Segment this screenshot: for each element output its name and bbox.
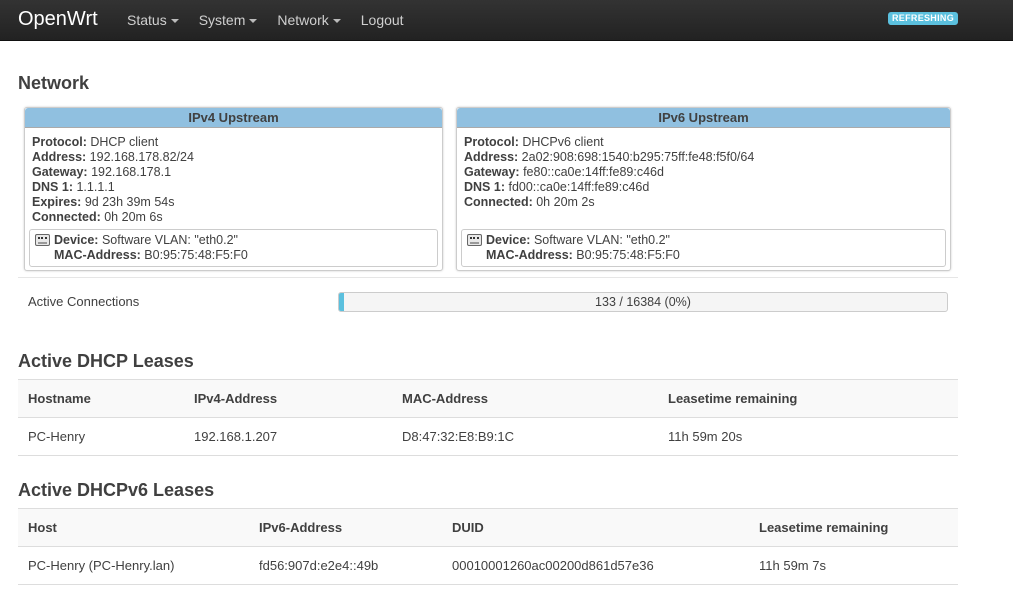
- col-ipv6-address: IPv6-Address: [249, 508, 442, 547]
- col-duid: DUID: [442, 508, 749, 547]
- network-device-icon: [35, 234, 50, 246]
- cell-leasetime: 11h 59m 7s: [749, 546, 958, 585]
- dhcp-leases-table: Hostname IPv4-Address MAC-Address Leaset…: [18, 379, 958, 456]
- active-connections-text: 133 / 16384 (0%): [595, 295, 691, 309]
- refreshing-badge[interactable]: REFRESHING: [888, 12, 959, 25]
- cell-duid: 00010001260ac00200d861d57e36: [442, 546, 749, 585]
- ipv6-mac: MAC-Address: B0:95:75:48:F5:F0: [486, 248, 680, 262]
- col-ipv4-address: IPv4-Address: [184, 379, 392, 418]
- ipv6-upstream-panel: IPv6 Upstream Protocol: DHCPv6 client Ad…: [456, 107, 951, 271]
- menu-system[interactable]: System: [199, 12, 258, 28]
- ipv6-upstream-title: IPv6 Upstream: [457, 108, 950, 128]
- menu-network[interactable]: Network: [277, 12, 341, 28]
- divider: [18, 277, 958, 278]
- cell-leasetime: 11h 59m 20s: [658, 417, 958, 456]
- menu-status[interactable]: Status: [127, 12, 179, 28]
- ipv4-upstream-panel: IPv4 Upstream Protocol: DHCP client Addr…: [24, 107, 443, 271]
- ipv6-address: Address: 2a02:908:698:1540:b295:75ff:fe4…: [464, 150, 755, 164]
- ipv6-gateway: Gateway: fe80::ca0e:14ff:fe89:c46d: [464, 165, 664, 179]
- ipv4-mac: MAC-Address: B0:95:75:48:F5:F0: [54, 248, 248, 262]
- col-host: Host: [18, 508, 249, 547]
- network-device-icon: [467, 234, 482, 246]
- ipv6-dns1: DNS 1: fd00::ca0e:14ff:fe89:c46d: [464, 180, 650, 194]
- ipv4-device: Device: Software VLAN: "eth0.2": [54, 233, 238, 247]
- ipv4-dns1: DNS 1: 1.1.1.1: [32, 180, 115, 194]
- table-row: PC-Henry 192.168.1.207 D8:47:32:E8:B9:1C…: [18, 417, 958, 456]
- section-title-dhcp-leases: Active DHCP Leases: [18, 351, 194, 371]
- cell-mac-address: D8:47:32:E8:B9:1C: [392, 417, 658, 456]
- table-header-row: Host IPv6-Address DUID Leasetime remaini…: [18, 508, 958, 547]
- ipv4-address: Address: 192.168.178.82/24: [32, 150, 194, 164]
- chevron-down-icon: [249, 19, 258, 23]
- cell-host: PC-Henry (PC-Henry.lan): [18, 546, 249, 585]
- menu-status-label: Status: [127, 12, 167, 28]
- ipv6-device-box: Device: Software VLAN: "eth0.2" MAC-Addr…: [461, 229, 946, 267]
- ipv4-gateway: Gateway: 192.168.178.1: [32, 165, 172, 179]
- ipv6-connected: Connected: 0h 20m 2s: [464, 195, 595, 209]
- col-leasetime: Leasetime remaining: [749, 508, 958, 547]
- brand-logo[interactable]: OpenWrt: [18, 8, 98, 31]
- main-menu: Status System Network Logout: [127, 12, 424, 28]
- ipv4-connected: Connected: 0h 20m 6s: [32, 210, 163, 224]
- ipv4-upstream-title: IPv4 Upstream: [25, 108, 442, 128]
- section-title-network: Network: [18, 73, 90, 93]
- active-connections-progress: 133 / 16384 (0%): [338, 292, 948, 312]
- table-header-row: Hostname IPv4-Address MAC-Address Leaset…: [18, 379, 958, 418]
- cell-ipv4-address: 192.168.1.207: [184, 417, 392, 456]
- menu-system-label: System: [198, 12, 246, 28]
- active-connections-label: Active Connections: [28, 294, 140, 309]
- cell-ipv6-address: fd56:907d:e2e4::49b: [249, 546, 442, 585]
- cell-hostname: PC-Henry: [18, 417, 184, 456]
- col-leasetime: Leasetime remaining: [658, 379, 958, 418]
- ipv6-device: Device: Software VLAN: "eth0.2": [486, 233, 670, 247]
- table-row: PC-Henry (PC-Henry.lan) fd56:907d:e2e4::…: [18, 546, 958, 585]
- top-navbar: OpenWrt Status System Network Logout REF…: [0, 0, 1013, 41]
- ipv4-protocol: Protocol: DHCP client: [32, 135, 159, 149]
- menu-logout[interactable]: Logout: [361, 12, 404, 28]
- menu-network-label: Network: [277, 12, 329, 28]
- chevron-down-icon: [332, 19, 341, 23]
- ipv6-protocol: Protocol: DHCPv6 client: [464, 135, 604, 149]
- col-mac-address: MAC-Address: [392, 379, 658, 418]
- chevron-down-icon: [170, 19, 179, 23]
- ipv4-device-box: Device: Software VLAN: "eth0.2" MAC-Addr…: [29, 229, 438, 267]
- dhcpv6-leases-table: Host IPv6-Address DUID Leasetime remaini…: [18, 508, 958, 585]
- col-hostname: Hostname: [18, 379, 184, 418]
- section-title-dhcpv6-leases: Active DHCPv6 Leases: [18, 480, 215, 500]
- ipv4-expires: Expires: 9d 23h 39m 54s: [32, 195, 175, 209]
